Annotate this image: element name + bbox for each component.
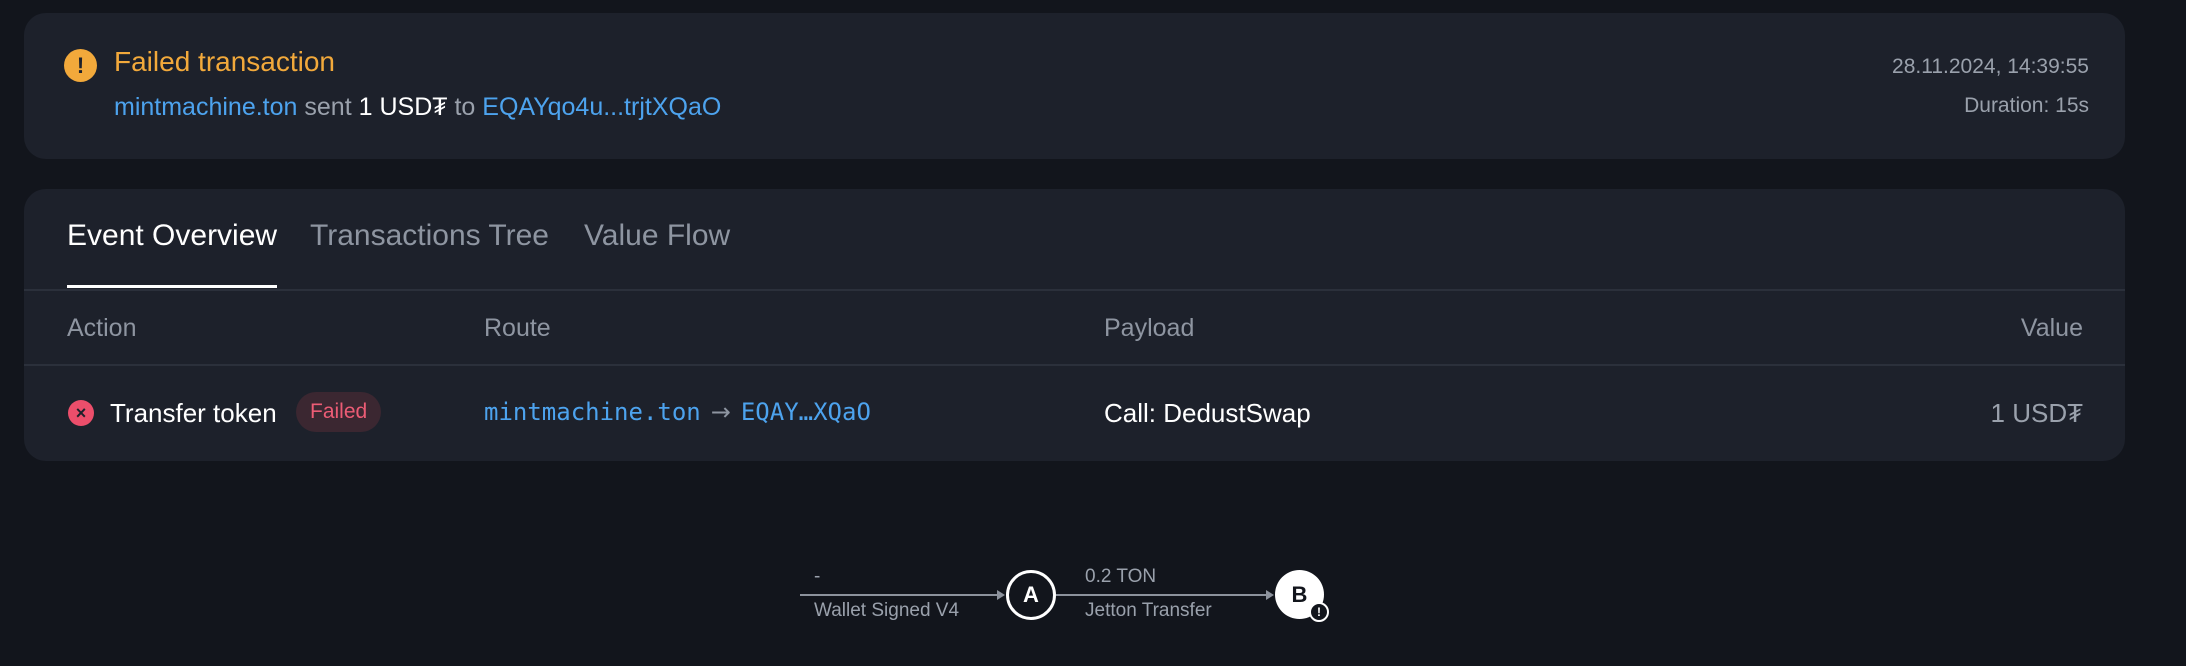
summary-description: mintmachine.ton sent 1 USD₮ to EQAYqo4u.…	[114, 93, 721, 122]
edge-line-2	[1056, 594, 1266, 596]
timestamp: 28.11.2024, 14:39:55	[1892, 55, 2089, 78]
table-divider	[24, 364, 2125, 366]
amount-text: 1 USD₮	[358, 93, 448, 121]
arrow-right-icon: →	[710, 398, 731, 426]
node-a[interactable]: A	[1006, 570, 1056, 620]
exclamation-icon: !	[1309, 602, 1329, 622]
summary-title: Failed transaction	[114, 46, 336, 77]
column-header-action: Action	[67, 314, 137, 342]
transaction-summary-card: ! Failed transaction mintmachine.ton sen…	[24, 13, 2125, 159]
column-header-value: Value	[2020, 314, 2083, 342]
edge-arrowhead-1	[997, 590, 1005, 600]
column-header-payload: Payload	[1104, 314, 1195, 342]
edge-line-1	[800, 594, 997, 596]
edge-1-bottom-label: Wallet Signed V4	[814, 600, 960, 621]
route: mintmachine.ton → EQAY…XQaO	[484, 398, 871, 426]
edge-1-top-label: -	[814, 566, 821, 587]
route-to-link[interactable]: EQAY…XQaO	[741, 398, 871, 426]
warning-icon: !	[64, 49, 97, 82]
edge-2-top-label: 0.2 TON	[1085, 566, 1157, 587]
value: 1 USD₮	[1990, 398, 2083, 428]
tab-value-flow[interactable]: Value Flow	[584, 219, 730, 285]
verb-text: sent	[304, 93, 352, 121]
recipient-link[interactable]: EQAYqo4u...trjtXQaO	[482, 93, 721, 121]
status-badge: Failed	[296, 392, 382, 432]
sender-link[interactable]: mintmachine.ton	[114, 93, 297, 121]
tab-transactions-tree[interactable]: Transactions Tree	[310, 219, 549, 285]
tab-event-overview[interactable]: Event Overview	[67, 219, 278, 288]
error-circle-icon: ×	[68, 400, 94, 426]
route-from-link[interactable]: mintmachine.ton	[484, 398, 701, 426]
action-label: Transfer token	[110, 398, 277, 428]
edge-arrowhead-2	[1266, 590, 1274, 600]
duration: Duration: 15s	[1964, 94, 2089, 117]
to-text: to	[454, 93, 476, 121]
edge-2-bottom-label: Jetton Transfer	[1085, 600, 1212, 621]
payload: Call: DedustSwap	[1104, 398, 1311, 428]
column-header-route: Route	[484, 314, 551, 342]
events-card: Event Overview Transactions Tree Value F…	[24, 189, 2125, 461]
tab-bar: Event Overview Transactions Tree Value F…	[24, 189, 2125, 291]
